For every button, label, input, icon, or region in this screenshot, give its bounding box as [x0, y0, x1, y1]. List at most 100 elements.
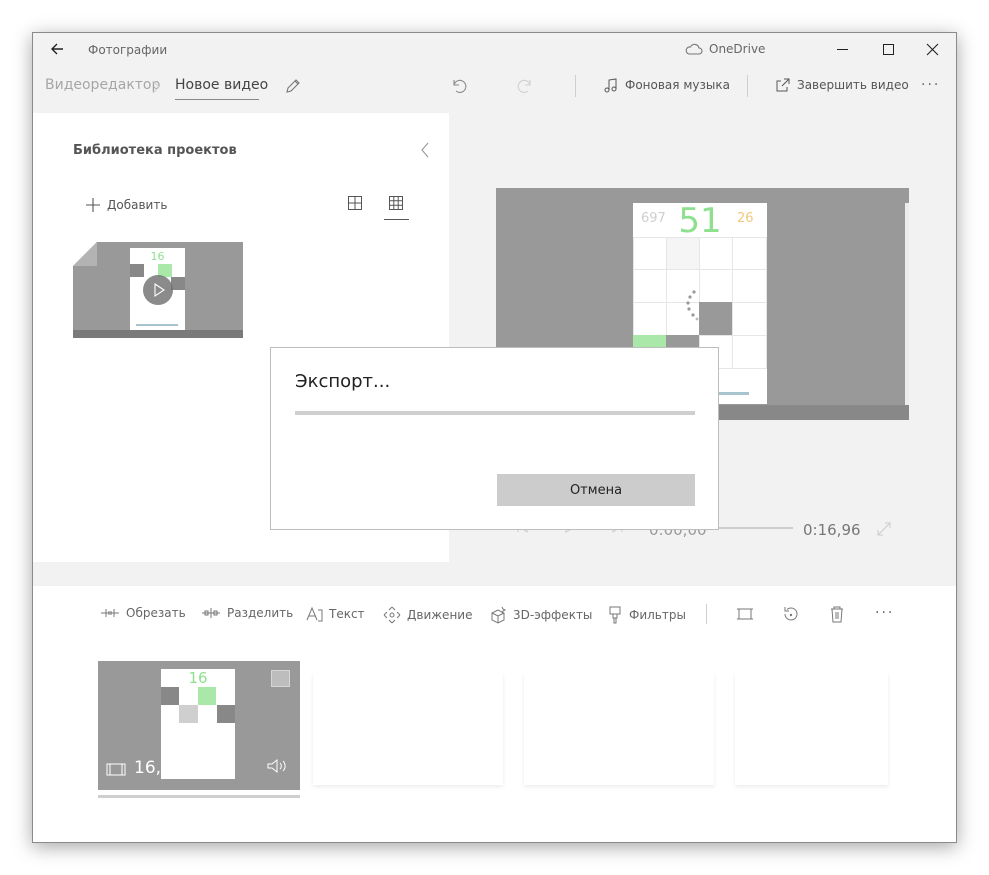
redo-button[interactable] [517, 77, 535, 99]
chevron-right-icon [152, 80, 160, 94]
undo-button[interactable] [449, 77, 467, 99]
trash-icon[interactable] [829, 605, 845, 623]
background-music-button[interactable]: Фоновая музыка [603, 77, 730, 93]
3d-effects-button[interactable]: 3D-эффекты [489, 606, 592, 624]
board-cell [732, 302, 767, 336]
grid-large-icon [348, 196, 362, 210]
split-button[interactable]: Разделить [201, 606, 293, 620]
timeline-clip[interactable]: 16 16,97 [98, 661, 300, 790]
export-dialog: Экспорт... Отмена [270, 347, 719, 530]
more-options-button[interactable]: ··· [921, 77, 940, 93]
clip-tile [161, 687, 179, 705]
board-cell [732, 269, 767, 303]
clip-progress-bar [98, 795, 300, 798]
add-media-label: Добавить [107, 198, 168, 212]
onedrive-label: OneDrive [709, 42, 766, 56]
rotate-icon[interactable] [782, 605, 800, 623]
split-icon [202, 608, 220, 618]
cube-sparkle-icon [491, 606, 507, 624]
cloud-icon [685, 43, 703, 55]
library-video-thumbnail[interactable]: 16 [73, 242, 243, 338]
resize-icon[interactable] [736, 606, 754, 622]
thumb-score: 16 [150, 250, 165, 263]
undo-icon [453, 79, 467, 93]
empty-storyboard-slot[interactable] [313, 673, 503, 785]
folded-corner-icon [73, 242, 97, 266]
clip-tile [217, 705, 235, 723]
fullscreen-icon[interactable] [876, 521, 892, 537]
finish-video-button[interactable]: Завершить видео [775, 77, 909, 93]
toolbar-separator [575, 75, 576, 97]
app-title: Фотографии [88, 43, 168, 57]
collapse-library-button[interactable] [419, 141, 431, 163]
thumb-tile [130, 264, 144, 277]
export-dialog-title: Экспорт... [295, 371, 391, 392]
board-cell [699, 269, 733, 303]
volume-icon[interactable] [266, 757, 288, 775]
board-cell [666, 237, 700, 270]
chevron-left-icon [421, 142, 429, 158]
close-button[interactable] [925, 41, 941, 57]
empty-storyboard-slot[interactable] [735, 673, 888, 785]
split-label: Разделить [227, 606, 294, 620]
pencil-icon [286, 79, 300, 93]
clip-duration: 16,97 [134, 758, 183, 778]
filter-brush-icon [609, 606, 621, 624]
back-arrow-icon [51, 43, 63, 55]
back-button[interactable] [49, 41, 65, 61]
thumb-progress-line [136, 324, 178, 326]
redo-icon [517, 79, 531, 93]
storyboard-more-button[interactable]: ··· [875, 605, 894, 621]
play-icon [154, 282, 165, 298]
board-cell-dark [699, 302, 733, 336]
minimize-button[interactable] [835, 41, 851, 57]
large-grid-view-button[interactable] [347, 195, 363, 215]
close-icon [926, 43, 939, 56]
total-time: 0:16,96 [803, 521, 861, 539]
trim-label: Обрезать [126, 606, 186, 620]
trim-icon [101, 609, 119, 617]
grid-small-icon [389, 196, 403, 210]
onedrive-status[interactable]: OneDrive [685, 42, 765, 56]
play-button[interactable] [143, 275, 173, 305]
rename-button[interactable] [284, 77, 302, 99]
breadcrumb-current[interactable]: Новое видео [175, 77, 268, 93]
toolbar-separator [747, 75, 748, 97]
board-cell [732, 237, 767, 270]
music-note-icon [604, 78, 617, 93]
filters-button[interactable]: Фильтры [607, 606, 686, 624]
breadcrumb-parent[interactable]: Видеоредактор [45, 77, 160, 93]
board-cell [633, 269, 667, 303]
clip-tile [179, 705, 198, 723]
library-title: Библиотека проектов [73, 143, 237, 158]
small-grid-view-button[interactable] [388, 195, 404, 215]
minimize-icon [837, 49, 848, 50]
cancel-button[interactable]: Отмена [497, 474, 695, 506]
preview-score-right: 26 [737, 211, 754, 226]
board-cell [633, 302, 667, 336]
background-music-label: Фоновая музыка [625, 78, 730, 92]
clip-select-checkbox[interactable] [271, 670, 290, 687]
text-button[interactable]: Текст [305, 606, 365, 622]
motion-label: Движение [407, 608, 473, 622]
breadcrumb-underline [175, 99, 259, 100]
motion-button[interactable]: Движение [383, 606, 472, 624]
export-progress-track [295, 411, 695, 415]
text-label: Текст [329, 607, 365, 621]
thumb-bottom-bar [73, 330, 243, 338]
share-icon [776, 78, 790, 92]
text-icon [306, 606, 323, 622]
maximize-button[interactable] [881, 41, 897, 57]
film-icon [106, 763, 126, 776]
clip-tile [198, 687, 216, 705]
empty-storyboard-slot[interactable] [524, 673, 714, 785]
seek-bar[interactable] [719, 527, 793, 529]
active-view-underline [384, 219, 409, 220]
maximize-icon [883, 44, 894, 55]
board-cell [699, 237, 733, 270]
add-media-button[interactable]: Добавить [85, 197, 167, 213]
motion-icon [383, 606, 401, 624]
3d-effects-label: 3D-эффекты [513, 608, 593, 622]
trim-button[interactable]: Обрезать [100, 606, 186, 620]
thumb-tile [171, 277, 185, 290]
